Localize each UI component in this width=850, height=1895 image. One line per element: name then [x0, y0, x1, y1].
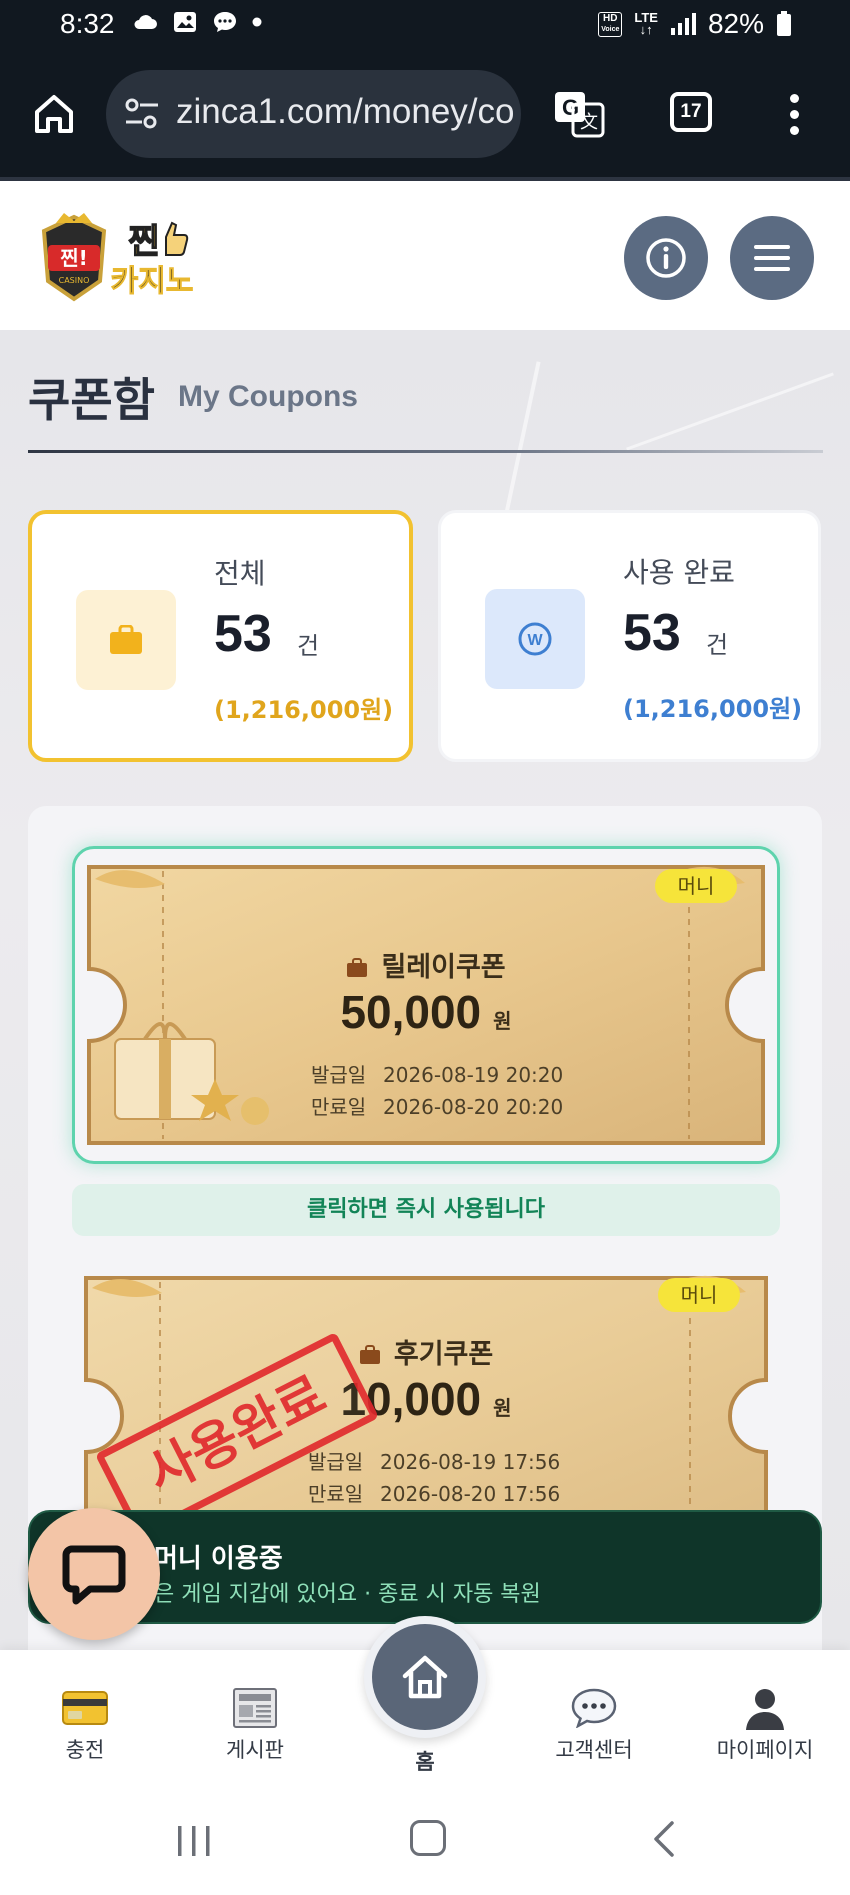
svg-text:G: G	[562, 95, 579, 120]
site-logo[interactable]: 찐! CASINO 찐 카지노	[34, 211, 214, 303]
info-button[interactable]	[624, 216, 708, 300]
info-icon	[646, 238, 686, 278]
battery-percent: 82%	[707, 8, 764, 39]
chat-button[interactable]	[28, 1508, 160, 1640]
nav-support[interactable]: 고객센터	[519, 1686, 669, 1764]
chat-icon	[62, 1545, 126, 1605]
bag-icon	[359, 1345, 380, 1364]
coupon-amount: 50,000	[340, 986, 482, 1038]
lte-icon: LTE ↓↑	[634, 10, 658, 37]
used-coupons-card[interactable]: W 사용 완료 53 건 (1,216,000원)	[438, 510, 821, 762]
credit-card-icon	[62, 1691, 108, 1725]
coupon-title-row: 후기쿠폰	[72, 1332, 780, 1371]
coupon-name: 릴레이쿠폰	[381, 952, 506, 983]
marble-texture	[626, 372, 834, 451]
back-icon[interactable]	[652, 1820, 676, 1858]
message-icon	[214, 12, 236, 32]
coupon-name: 후기쿠폰	[393, 1339, 494, 1370]
svg-text:찐: 찐	[128, 222, 159, 262]
coupon-page: 쿠폰함 My Coupons 전체 53 건 (1,216,000원) W 사용…	[0, 330, 850, 1650]
total-icon-box	[76, 590, 176, 690]
money-toast-message: 은 게임 지갑에 있어요 · 종료 시 자동 복원	[154, 1582, 541, 1607]
svg-text:찐!: 찐!	[60, 246, 88, 270]
used-icon-box: W	[485, 589, 585, 689]
bag-icon	[110, 625, 142, 654]
money-toast-title: 머니 이용중	[154, 1544, 283, 1574]
address-bar[interactable]: zinca1.com/money/co	[106, 70, 521, 158]
dot-icon	[252, 17, 262, 27]
nav-home[interactable]	[364, 1616, 486, 1738]
coupon-amount-row: 50,000 원	[75, 985, 777, 1039]
browser-toolbar: zinca1.com/money/co G文 17	[0, 52, 850, 177]
nav-board[interactable]: 게시판	[180, 1686, 330, 1764]
hamburger-icon	[754, 245, 790, 271]
status-time: 8:32	[60, 8, 115, 39]
notification-icons	[132, 10, 262, 34]
system-home-button[interactable]	[410, 1820, 446, 1856]
svg-text:文: 文	[580, 112, 598, 133]
nav-charge[interactable]: 충전	[10, 1686, 160, 1764]
page-title: 쿠폰함	[28, 373, 155, 427]
svg-text:CASINO: CASINO	[59, 276, 90, 285]
status-right: HD Voice LTE ↓↑ 82%	[598, 8, 792, 40]
title-divider	[28, 450, 823, 453]
used-count: 53	[623, 604, 681, 662]
coupon-type-badge: 머니	[658, 1278, 740, 1312]
home-icon	[35, 95, 73, 133]
translate-icon[interactable]: G文	[553, 90, 605, 138]
newspaper-icon	[233, 1688, 277, 1728]
used-label: 사용 완료	[623, 556, 735, 589]
coupon-card[interactable]: 머니 릴레이쿠폰 50,000 원 발급일 2026-08-19 20:20 만료일…	[72, 846, 780, 1164]
total-label: 전체	[214, 557, 266, 590]
bag-icon	[347, 958, 368, 977]
chat-bubble-icon	[571, 1688, 617, 1728]
hd-voice-icon: HD Voice	[598, 11, 623, 37]
logo-graphic: 찐! CASINO 찐 카지노	[41, 213, 194, 302]
won-icon: W	[518, 622, 552, 656]
coupon-issued-date: 발급일 2026-08-19 17:56	[308, 1450, 561, 1474]
more-menu-icon[interactable]	[790, 94, 799, 135]
menu-button[interactable]	[730, 216, 814, 300]
home-icon	[402, 1655, 448, 1699]
tab-switcher-button[interactable]: 17	[670, 92, 712, 132]
site-settings-icon[interactable]	[122, 96, 162, 132]
battery-icon	[777, 11, 791, 36]
coupon-currency: 원	[493, 1009, 512, 1033]
coupon-expire-date: 만료일 2026-08-20 17:56	[308, 1482, 561, 1506]
user-icon	[746, 1689, 784, 1730]
svg-text:W: W	[527, 632, 543, 649]
used-unit: 건	[706, 631, 729, 659]
marble-texture	[503, 361, 541, 519]
coupon-expire-date: 만료일 2026-08-20 20:20	[311, 1095, 564, 1119]
nav-home-label: 홈	[415, 1750, 435, 1774]
page-subtitle: My Coupons	[178, 380, 358, 413]
coupon-title-row: 릴레이쿠폰	[75, 945, 777, 984]
used-amount: (1,216,000원)	[623, 695, 803, 723]
recent-apps-icon[interactable]	[176, 1824, 212, 1858]
total-amount: (1,216,000원)	[214, 696, 394, 724]
url-text[interactable]: zinca1.com/money/co	[176, 92, 514, 132]
coupon-type-badge: 머니	[655, 869, 737, 903]
system-navigation-bar	[0, 1790, 850, 1895]
svg-text:카지노: 카지노	[111, 264, 194, 299]
browser-home-button[interactable]	[28, 88, 80, 140]
total-coupons-card[interactable]: 전체 53 건 (1,216,000원)	[28, 510, 413, 762]
bottom-navigation: 충전 게시판 홈 고객센터 마이페이지	[0, 1616, 850, 1790]
cloud-icon	[134, 15, 157, 29]
coupon-issued-date: 발급일 2026-08-19 20:20	[311, 1063, 564, 1087]
total-count: 53	[214, 605, 272, 663]
coupon-currency: 원	[493, 1396, 512, 1420]
nav-mypage[interactable]: 마이페이지	[690, 1686, 840, 1764]
status-bar: 8:32 HD Voice LTE ↓↑ 82%	[0, 0, 850, 52]
gallery-icon	[174, 12, 196, 32]
use-coupon-button[interactable]: 클릭하면 즉시 사용됩니다	[72, 1184, 780, 1236]
total-unit: 건	[297, 632, 320, 660]
site-header: 찐! CASINO 찐 카지노	[0, 177, 850, 330]
signal-icon	[670, 13, 696, 35]
